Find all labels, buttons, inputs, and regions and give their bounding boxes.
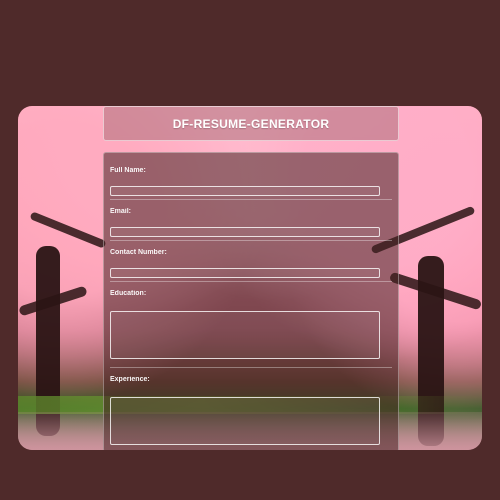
field-full-name: Full Name: (110, 166, 392, 196)
full-name-input[interactable] (110, 186, 380, 196)
field-contact-number: Contact Number: (110, 248, 392, 278)
label-full-name: Full Name: (110, 167, 146, 174)
divider-2 (110, 240, 392, 241)
education-textarea[interactable] (110, 311, 380, 359)
field-education: Education: (110, 289, 392, 359)
label-education: Education: (110, 290, 147, 297)
field-experience: Experience: (110, 375, 392, 445)
divider-1 (110, 199, 392, 200)
divider-4 (110, 367, 392, 368)
app-title: DF-RESUME-GENERATOR (172, 116, 330, 131)
app-header: DF-RESUME-GENERATOR (103, 106, 399, 141)
email-input[interactable] (110, 227, 380, 237)
contact-number-input[interactable] (110, 268, 380, 278)
field-email: Email: (110, 207, 392, 237)
experience-textarea[interactable] (110, 397, 380, 445)
resume-form-panel: Full Name: Email: Contact Number: Educat… (103, 152, 399, 450)
app-frame: DF-RESUME-GENERATOR Full Name: Email: Co… (18, 106, 482, 450)
label-experience: Experience: (110, 376, 150, 383)
divider-3 (110, 281, 392, 282)
label-email: Email: (110, 208, 132, 215)
label-contact-number: Contact Number: (110, 249, 167, 256)
